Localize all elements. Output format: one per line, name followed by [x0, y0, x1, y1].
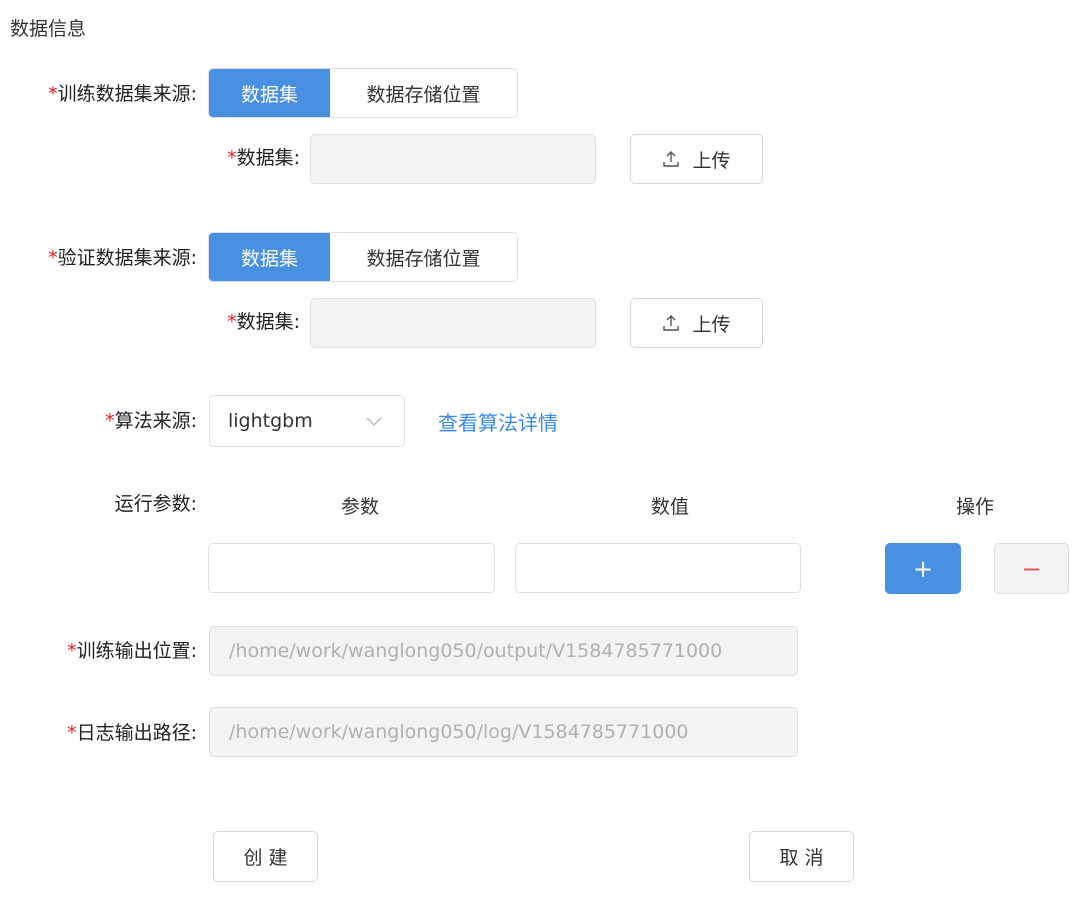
train-source-segmented: 数据集 数据存储位置	[208, 68, 518, 118]
train-dataset-label: *数据集:	[227, 132, 300, 184]
train-output-input[interactable]: /home/work/wanglong050/output/V158478577…	[209, 626, 798, 676]
validate-dataset-input[interactable]	[310, 298, 596, 348]
add-param-button[interactable]: +	[885, 543, 961, 594]
validate-source-label-text: 验证数据集来源:	[57, 247, 197, 269]
required-mark: *	[48, 247, 58, 269]
params-col-value: 数值	[650, 496, 689, 518]
validate-source-label: *验证数据集来源:	[48, 232, 197, 284]
validate-dataset-label: *数据集:	[227, 296, 300, 348]
create-button[interactable]: 创 建	[213, 831, 318, 882]
section-title: 数据信息	[10, 18, 87, 40]
remove-param-button[interactable]: −	[994, 543, 1069, 594]
log-output-label: *日志输出路径:	[67, 707, 197, 759]
train-source-label-text: 训练数据集来源:	[57, 83, 197, 105]
required-mark: *	[105, 410, 115, 432]
algorithm-label: *算法来源:	[105, 395, 197, 447]
upload-icon	[663, 315, 680, 331]
train-dataset-input[interactable]	[310, 134, 596, 184]
cancel-button[interactable]: 取 消	[749, 831, 854, 882]
train-source-dataset-option[interactable]: 数据集	[209, 69, 330, 117]
param-value-input[interactable]	[515, 543, 801, 593]
log-output-input[interactable]: /home/work/wanglong050/log/V158478577100…	[209, 707, 798, 757]
log-output-label-text: 日志输出路径:	[76, 722, 197, 744]
train-source-storage-option[interactable]: 数据存储位置	[330, 69, 517, 117]
params-label: 运行参数:	[114, 493, 197, 515]
param-name-input[interactable]	[208, 543, 495, 593]
algorithm-selected-value: lightgbm	[228, 410, 313, 432]
algorithm-label-text: 算法来源:	[114, 410, 197, 432]
validate-source-storage-option[interactable]: 数据存储位置	[330, 233, 517, 281]
log-output-value: /home/work/wanglong050/log/V158478577100…	[229, 721, 689, 743]
train-upload-label: 上传	[692, 149, 731, 172]
required-mark: *	[227, 311, 237, 333]
train-dataset-label-text: 数据集:	[236, 147, 300, 169]
chevron-down-icon	[366, 417, 382, 426]
validate-upload-label: 上传	[692, 313, 731, 336]
validate-source-segmented: 数据集 数据存储位置	[208, 232, 518, 282]
train-source-label: *训练数据集来源:	[48, 68, 197, 120]
validate-upload-button[interactable]: 上传	[630, 298, 763, 348]
train-output-value: /home/work/wanglong050/output/V158478577…	[229, 640, 723, 662]
required-mark: *	[67, 640, 77, 662]
train-upload-button[interactable]: 上传	[630, 134, 763, 184]
algorithm-select[interactable]: lightgbm	[209, 395, 405, 447]
validate-dataset-label-text: 数据集:	[236, 311, 300, 333]
train-output-label-text: 训练输出位置:	[76, 640, 197, 662]
upload-icon	[663, 151, 680, 167]
validate-source-dataset-option[interactable]: 数据集	[209, 233, 330, 281]
required-mark: *	[227, 147, 237, 169]
params-col-param: 参数	[340, 496, 379, 518]
params-col-action: 操作	[955, 496, 994, 518]
train-output-label: *训练输出位置:	[67, 625, 197, 677]
required-mark: *	[67, 722, 77, 744]
required-mark: *	[48, 83, 58, 105]
algorithm-detail-link[interactable]: 查看算法详情	[438, 407, 558, 436]
